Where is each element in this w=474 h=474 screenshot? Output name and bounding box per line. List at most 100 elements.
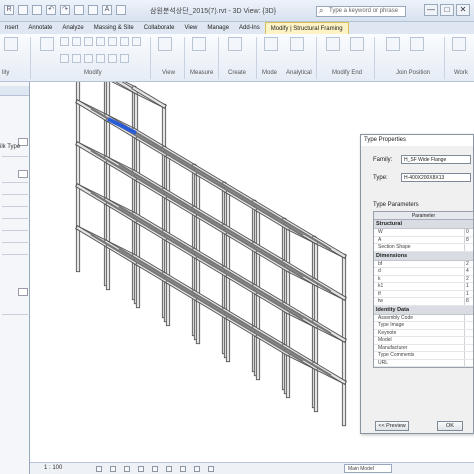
property-field[interactable] [18,288,28,296]
steel-girder-face[interactable] [164,234,198,256]
parameter-row[interactable]: Manufacturer [374,344,473,352]
steel-girder-face[interactable] [76,226,110,248]
view-scale[interactable]: 1 : 100 [44,465,62,471]
steel-girder-face[interactable] [312,236,346,258]
parameter-value[interactable]: 2 [466,261,469,268]
parameter-value[interactable]: 0 [466,229,469,236]
trim-tool-icon[interactable] [132,37,141,46]
steel-girder-face[interactable] [164,150,198,172]
edit-type-label[interactable]: ilk Type [0,144,20,150]
tab-collaborate[interactable]: Collaborate [139,22,180,34]
parameter-group-header[interactable]: Identity Data [374,305,473,315]
y-justification-icon[interactable] [410,37,424,51]
paste-tool-icon[interactable] [40,37,54,51]
steel-girder-face[interactable] [194,294,228,316]
parameter-row[interactable]: Assembly Code [374,314,473,322]
maximize-button[interactable]: □ [440,4,454,16]
steel-girder-face[interactable] [254,246,288,268]
parameter-row[interactable]: k1 1 [374,283,473,291]
preview-button[interactable]: << Preview [375,421,409,431]
lock-view-icon[interactable] [166,466,172,472]
parameter-value[interactable]: 1 [466,283,469,290]
steel-girder-face[interactable] [312,320,346,342]
parameter-row[interactable]: Model [374,337,473,345]
visual-style-icon[interactable] [110,466,116,472]
steel-girder-face[interactable] [312,362,346,384]
cut-tool-icon[interactable] [60,37,69,46]
shadows-icon[interactable] [138,466,144,472]
steel-girder-face[interactable] [104,240,138,262]
parameter-row[interactable]: d4 [374,268,473,276]
view-tool-icon[interactable] [158,37,172,51]
align-tool-icon[interactable] [60,54,69,63]
steel-girder-face[interactable] [284,222,318,244]
steel-girder-face[interactable] [194,168,228,190]
steel-girder-face[interactable] [132,86,166,108]
analytical-model-icon[interactable] [208,466,214,472]
measure-icon[interactable] [88,5,98,15]
parameter-group-header[interactable]: Dimensions [374,251,473,261]
steel-girder-face[interactable] [134,258,168,280]
steel-girder-face[interactable] [284,348,318,370]
steel-girder-face[interactable] [104,198,138,220]
parameter-group-header[interactable]: Structural [374,220,473,229]
mirror-tool-icon[interactable] [108,37,117,46]
parameter-value[interactable]: 8 [466,298,469,305]
hide-isolate-icon[interactable] [180,466,186,472]
steel-girder-face[interactable] [76,100,110,122]
parameter-row[interactable]: Type Image [374,322,473,330]
crop-view-icon[interactable] [152,466,158,472]
parameter-row[interactable]: URL [374,359,473,367]
parameter-value[interactable]: 4 [466,268,469,275]
steel-girder-face[interactable] [164,276,198,298]
detail-level-icon[interactable] [96,466,102,472]
steel-girder-face[interactable] [76,142,110,164]
analytical-tool-icon[interactable] [290,37,304,51]
minimize-button[interactable]: — [424,4,438,16]
reveal-hidden-icon[interactable] [194,466,200,472]
text-icon[interactable]: A [102,5,112,15]
ok-button[interactable]: OK [437,421,463,431]
steel-girder-face[interactable] [312,278,346,300]
family-dropdown[interactable]: H_SF Wide Flange [401,155,471,164]
steel-girder-face[interactable] [76,184,110,206]
join-position-icon[interactable] [386,37,400,51]
steel-girder-face[interactable] [284,306,318,328]
parameter-value[interactable]: 2 [466,276,469,283]
tab-view[interactable]: View [179,22,202,34]
work-plane-icon[interactable] [452,37,466,51]
steel-girder-face[interactable] [224,186,258,208]
steel-girder-face[interactable] [254,204,288,226]
array-tool-icon[interactable] [120,37,129,46]
scale-tool-icon[interactable] [96,54,105,63]
sun-path-icon[interactable] [124,466,130,472]
undo-icon[interactable]: ↶ [46,5,56,15]
tab-analyze[interactable]: Analyze [57,22,88,34]
parameter-row[interactable]: tw 8 [374,298,473,306]
tab-add-ins[interactable]: Add-Ins [234,22,265,34]
steel-girder-face[interactable] [134,216,168,238]
parameter-value[interactable]: 1 [466,291,469,298]
open-icon[interactable] [18,5,28,15]
save-icon[interactable] [32,5,42,15]
measure-tool-icon[interactable] [192,37,206,51]
move-tool-icon[interactable] [72,37,81,46]
parameter-row[interactable]: tf 1 [374,290,473,298]
parameter-row[interactable]: bf 2 [374,260,473,268]
steel-girder-face[interactable] [134,174,168,196]
search-input[interactable]: Type a keyword or phrase [316,6,406,17]
steel-girder-face[interactable] [284,264,318,286]
steel-girder-face[interactable] [104,156,138,178]
selected-beam[interactable] [107,117,137,135]
tab-manage[interactable]: Manage [202,22,234,34]
steel-girder-face[interactable] [194,210,228,232]
parameter-row[interactable]: W0 [374,229,473,237]
property-field[interactable] [18,170,28,178]
tab-insert[interactable]: nsert [0,22,23,34]
tab-modify-structural-framing[interactable]: Modify | Structural Framing [264,22,349,34]
change-reference-icon[interactable] [326,37,340,51]
parameter-row[interactable]: A8 [374,236,473,244]
pin-tool-icon[interactable] [108,54,117,63]
steel-girder-face[interactable] [224,312,258,334]
delete-tool-icon[interactable] [120,54,129,63]
